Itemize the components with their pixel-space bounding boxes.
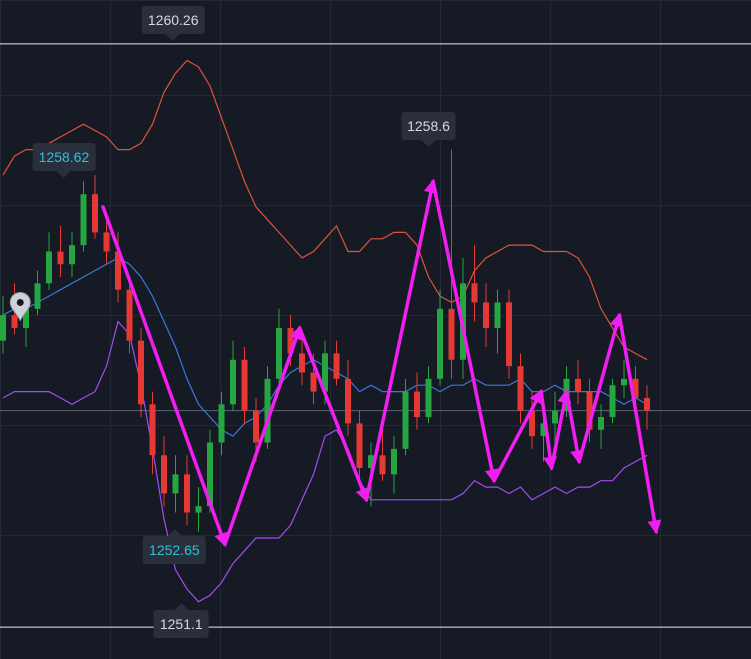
peak-label: 1258.6	[401, 111, 456, 147]
candle-body	[609, 385, 616, 418]
peak-label-text: 1258.6	[407, 117, 450, 134]
candle-body	[575, 378, 581, 392]
candle-body	[276, 327, 282, 379]
candle-body	[598, 417, 604, 430]
high-label: 1260.26	[141, 6, 205, 41]
swing-high-label-text: 1258.62	[38, 149, 90, 166]
swing-low-label-text: 1252.65	[149, 542, 200, 559]
candle-body	[0, 315, 6, 341]
candle-body	[69, 245, 75, 265]
candle-body	[552, 410, 558, 424]
candle-body	[241, 359, 248, 411]
candle-body	[184, 474, 190, 513]
candle-body	[391, 448, 397, 475]
candle-body	[299, 353, 305, 373]
candle-body	[172, 474, 179, 494]
chart-background	[0, 0, 751, 659]
candle-body	[402, 391, 409, 449]
candle-body	[345, 378, 351, 424]
candle-body	[138, 340, 144, 405]
candle-body	[644, 397, 650, 411]
candle-body	[149, 404, 156, 456]
candle-body	[230, 359, 236, 405]
candle-body	[103, 232, 110, 252]
candle-body	[333, 353, 340, 379]
candle-body	[425, 378, 432, 418]
candle-body	[57, 251, 64, 265]
candle-body	[621, 378, 627, 386]
candle-body	[80, 194, 87, 246]
candle-body	[494, 302, 501, 328]
candle-body	[506, 302, 512, 367]
candle-body	[218, 404, 225, 443]
chart-stage: 1260.26 1258.62 1258.6 1252.65 1251.1	[0, 0, 751, 659]
candle-body	[379, 455, 386, 475]
candle-body	[448, 308, 455, 360]
candle-body	[356, 423, 363, 468]
low-label: 1251.1	[153, 603, 209, 638]
candle-body	[195, 506, 202, 513]
swing-high-label: 1258.62	[32, 143, 96, 179]
high-label-text: 1260.26	[147, 12, 199, 28]
candle-body	[310, 372, 317, 392]
candlestick-chart	[0, 0, 751, 659]
swing-low-label: 1252.65	[143, 529, 206, 565]
candle-body	[92, 194, 98, 233]
candle-body	[126, 289, 133, 341]
candle-body	[437, 308, 443, 379]
candle-body	[471, 283, 478, 303]
candle-body	[414, 391, 420, 418]
candle-body	[517, 366, 524, 411]
candle-body	[161, 455, 167, 494]
candle-body	[11, 315, 18, 328]
candle-body	[34, 283, 41, 309]
location-pin-hole	[16, 298, 24, 306]
low-label-text: 1251.1	[159, 616, 203, 632]
candle-body	[483, 302, 489, 328]
candle-body	[253, 410, 259, 443]
candle-body	[46, 251, 52, 284]
